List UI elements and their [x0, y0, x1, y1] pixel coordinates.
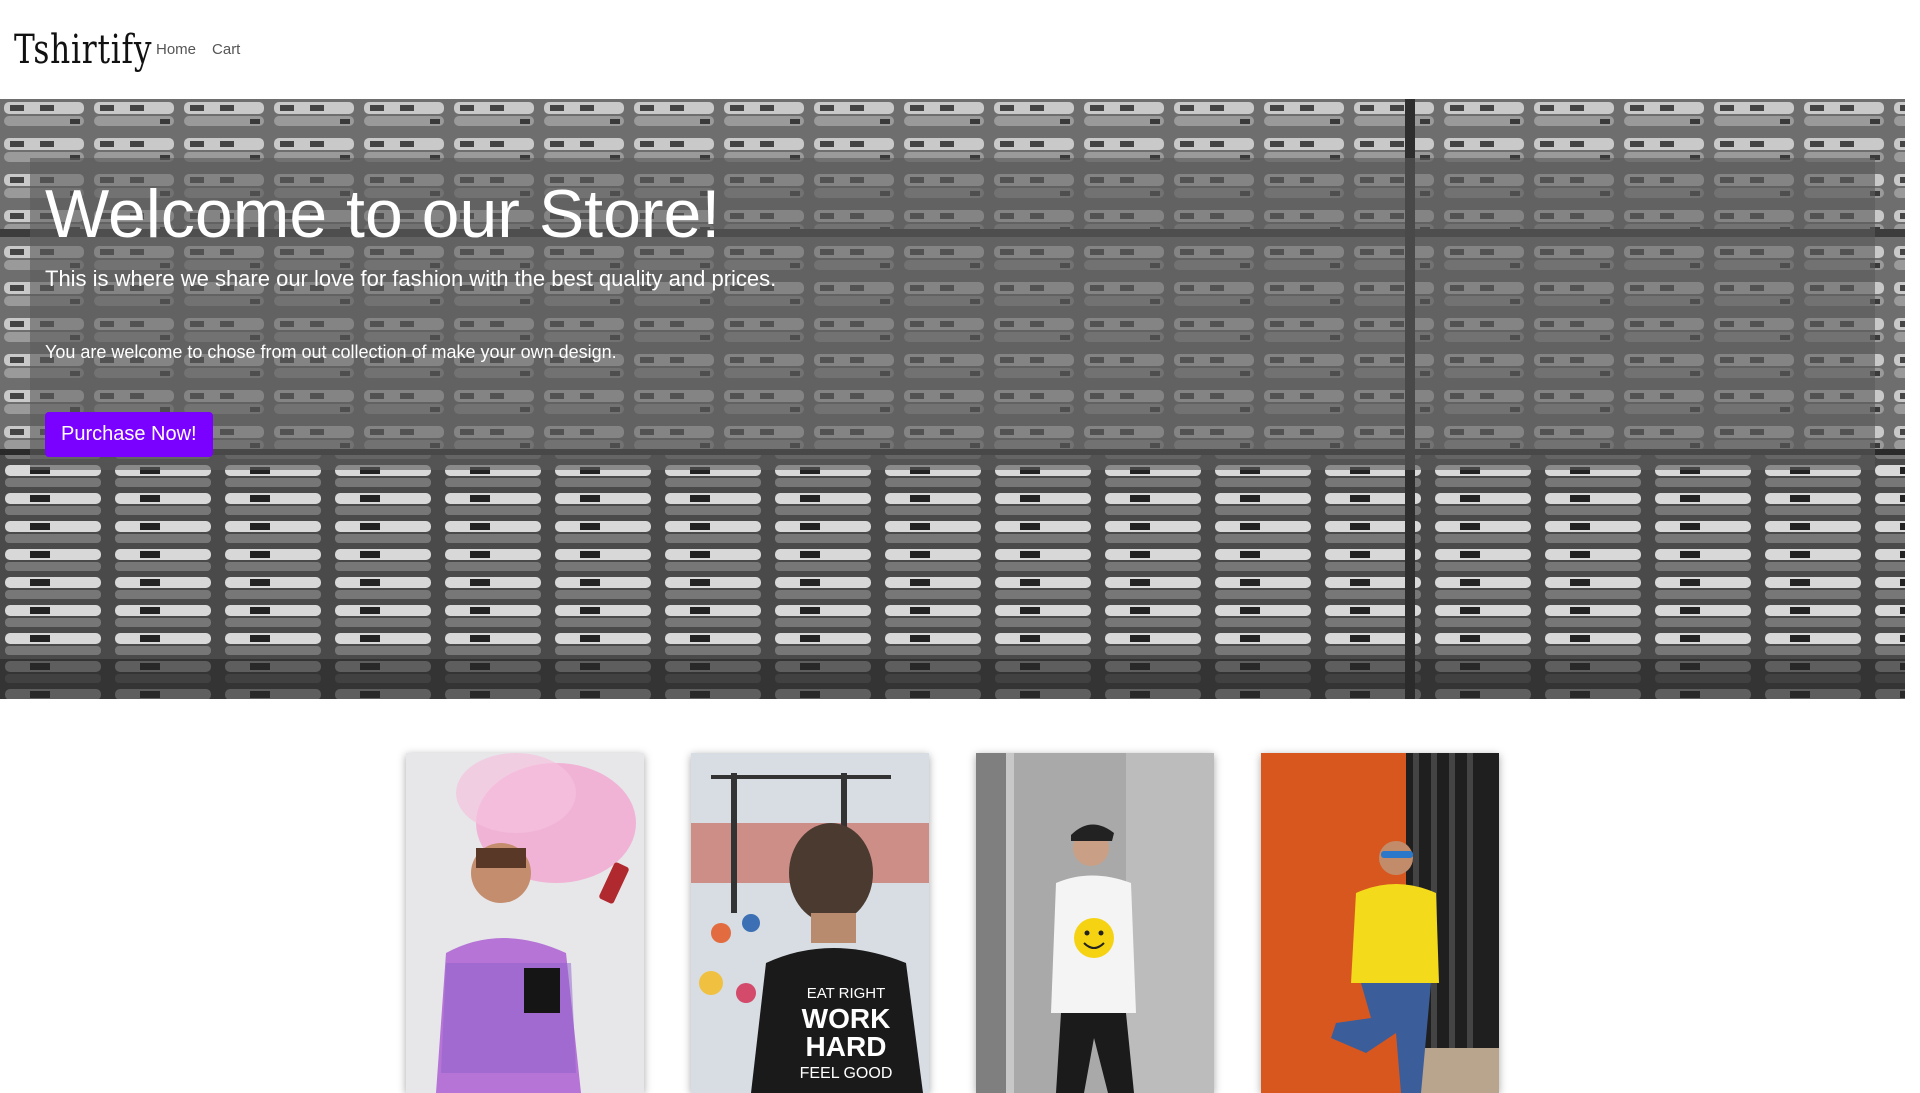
hero-title: Welcome to our Store!: [45, 176, 721, 252]
hero-jumbotron: Welcome to our Store! This is where we s…: [30, 158, 1875, 470]
product-card[interactable]: [1261, 753, 1499, 1093]
hero-banner: Welcome to our Store! This is where we s…: [0, 99, 1905, 699]
product-image: [976, 753, 1214, 1093]
shirt-print-text: HARD: [806, 1031, 887, 1062]
product-image: [406, 753, 644, 1093]
product-cards: EAT RIGHT WORK HARD FEEL GOOD: [0, 753, 1905, 1093]
nav-link-home[interactable]: Home: [156, 41, 196, 58]
purchase-now-button[interactable]: Purchase Now!: [45, 412, 213, 457]
top-navbar: Tshirtify Home Cart: [0, 0, 1905, 99]
nav-links: Home Cart: [156, 41, 256, 58]
hero-lead: This is where we share our love for fash…: [45, 266, 777, 291]
product-image: EAT RIGHT WORK HARD FEEL GOOD: [691, 753, 929, 1093]
shirt-print-text: FEEL GOOD: [800, 1065, 893, 1082]
shirt-print-text: WORK: [802, 1003, 891, 1034]
nav-link-cart[interactable]: Cart: [212, 41, 240, 58]
product-card[interactable]: EAT RIGHT WORK HARD FEEL GOOD: [691, 753, 929, 1093]
hero-subtext: You are welcome to chose from out collec…: [45, 342, 617, 362]
shirt-print-text: EAT RIGHT: [807, 985, 886, 1002]
brand-logo[interactable]: Tshirtify: [14, 27, 151, 73]
product-card[interactable]: [406, 753, 644, 1093]
product-card[interactable]: [976, 753, 1214, 1093]
product-image: [1261, 753, 1499, 1093]
